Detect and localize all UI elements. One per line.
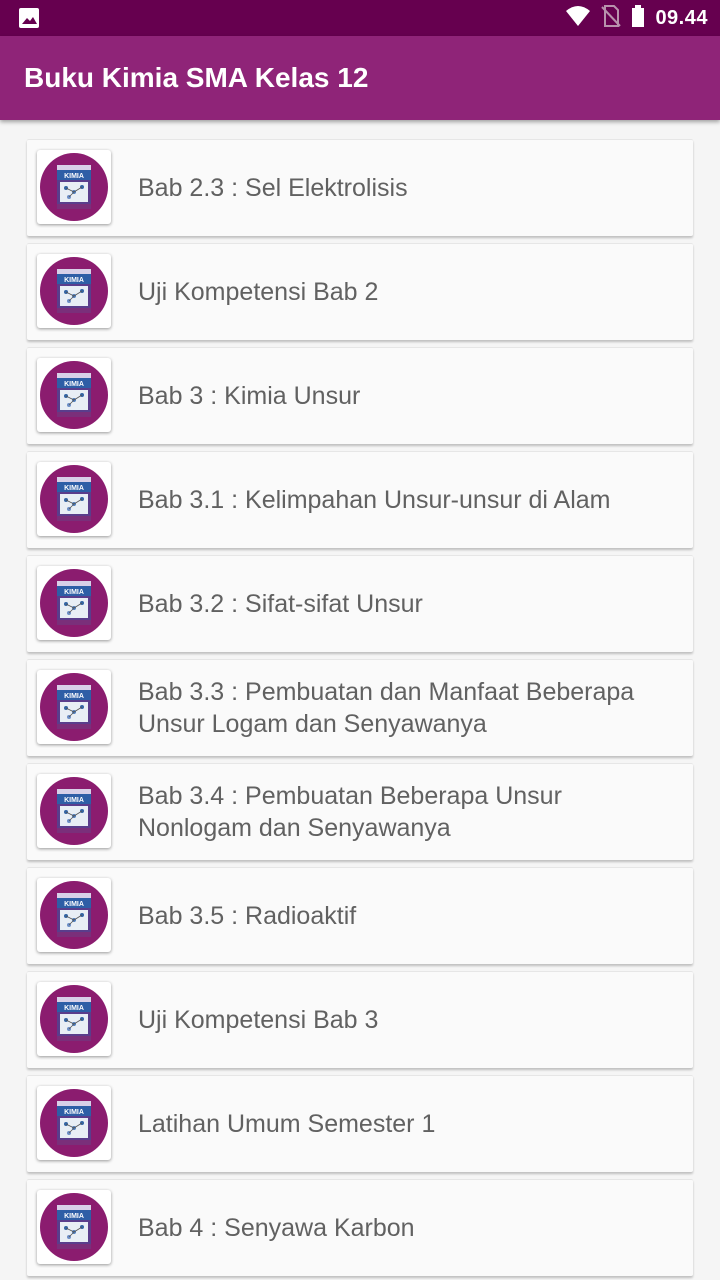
kimia-book-cover-icon: KIMIA — [37, 150, 111, 224]
battery-icon — [631, 4, 645, 32]
image-icon — [18, 7, 40, 29]
kimia-book-cover-icon: KIMIA — [37, 566, 111, 640]
list-item[interactable]: KIMIA Latihan Umum Semester 1 — [27, 1075, 693, 1172]
list-item-label: Bab 3.1 : Kelimpahan Unsur-unsur di Alam — [138, 486, 611, 514]
svg-text:KIMIA: KIMIA — [64, 381, 84, 388]
no-sim-icon — [601, 4, 622, 32]
list-item-label: Bab 4 : Senyawa Karbon — [138, 1214, 415, 1242]
svg-text:KIMIA: KIMIA — [64, 173, 84, 180]
list-item[interactable]: KIMIA Bab 3.4 : Pembuatan Beberapa Unsur… — [27, 763, 693, 860]
list-item-label: Bab 3.5 : Radioaktif — [138, 902, 357, 930]
svg-text:KIMIA: KIMIA — [64, 1109, 84, 1116]
list-item-label: Uji Kompetensi Bab 3 — [138, 1006, 379, 1034]
list-item-label: Bab 3.2 : Sifat-sifat Unsur — [138, 590, 423, 618]
wifi-icon — [565, 5, 591, 32]
list-item-label: Bab 2.3 : Sel Elektrolisis — [138, 174, 408, 202]
kimia-book-cover-icon: KIMIA — [37, 982, 111, 1056]
kimia-book-cover-icon: KIMIA — [37, 1190, 111, 1264]
chapter-list[interactable]: KIMIA Bab 2.3 : Sel Elektrolisis KIMIA U… — [0, 120, 720, 1280]
list-item[interactable]: KIMIA Bab 3.5 : Radioaktif — [27, 867, 693, 964]
list-item[interactable]: KIMIA Uji Kompetensi Bab 3 — [27, 971, 693, 1068]
status-time: 09.44 — [655, 6, 708, 29]
svg-text:KIMIA: KIMIA — [64, 589, 84, 596]
svg-text:KIMIA: KIMIA — [64, 797, 84, 804]
kimia-book-cover-icon: KIMIA — [37, 358, 111, 432]
list-item[interactable]: KIMIA Bab 3 : Kimia Unsur — [27, 347, 693, 444]
list-item[interactable]: KIMIA Bab 2.3 : Sel Elektrolisis — [27, 139, 693, 236]
list-item[interactable]: KIMIA Bab 3.1 : Kelimpahan Unsur-unsur d… — [27, 451, 693, 548]
svg-text:KIMIA: KIMIA — [64, 485, 84, 492]
app-title: Buku Kimia SMA Kelas 12 — [24, 62, 369, 93]
svg-text:KIMIA: KIMIA — [64, 277, 84, 284]
app-bar: Buku Kimia SMA Kelas 12 — [0, 36, 720, 120]
list-item-label: Uji Kompetensi Bab 2 — [138, 278, 379, 306]
svg-text:KIMIA: KIMIA — [64, 693, 84, 700]
kimia-book-cover-icon: KIMIA — [37, 878, 111, 952]
kimia-book-cover-icon: KIMIA — [37, 462, 111, 536]
list-item-label: Bab 3.3 : Pembuatan dan Manfaat Beberapa… — [138, 678, 635, 738]
svg-text:KIMIA: KIMIA — [64, 1213, 84, 1220]
list-item[interactable]: KIMIA Bab 3.2 : Sifat-sifat Unsur — [27, 555, 693, 652]
status-bar: 09.44 — [0, 0, 720, 36]
kimia-book-cover-icon: KIMIA — [37, 254, 111, 328]
list-item-label: Latihan Umum Semester 1 — [138, 1110, 436, 1138]
svg-text:KIMIA: KIMIA — [64, 1005, 84, 1012]
list-item[interactable]: KIMIA Uji Kompetensi Bab 2 — [27, 243, 693, 340]
list-item-label: Bab 3 : Kimia Unsur — [138, 382, 361, 410]
kimia-book-cover-icon: KIMIA — [37, 774, 111, 848]
list-item[interactable]: KIMIA Bab 4 : Senyawa Karbon — [27, 1179, 693, 1276]
list-item-label: Bab 3.4 : Pembuatan Beberapa Unsur Nonlo… — [138, 782, 562, 842]
kimia-book-cover-icon: KIMIA — [37, 670, 111, 744]
kimia-book-cover-icon: KIMIA — [37, 1086, 111, 1160]
svg-text:KIMIA: KIMIA — [64, 901, 84, 908]
list-item[interactable]: KIMIA Bab 3.3 : Pembuatan dan Manfaat Be… — [27, 659, 693, 756]
